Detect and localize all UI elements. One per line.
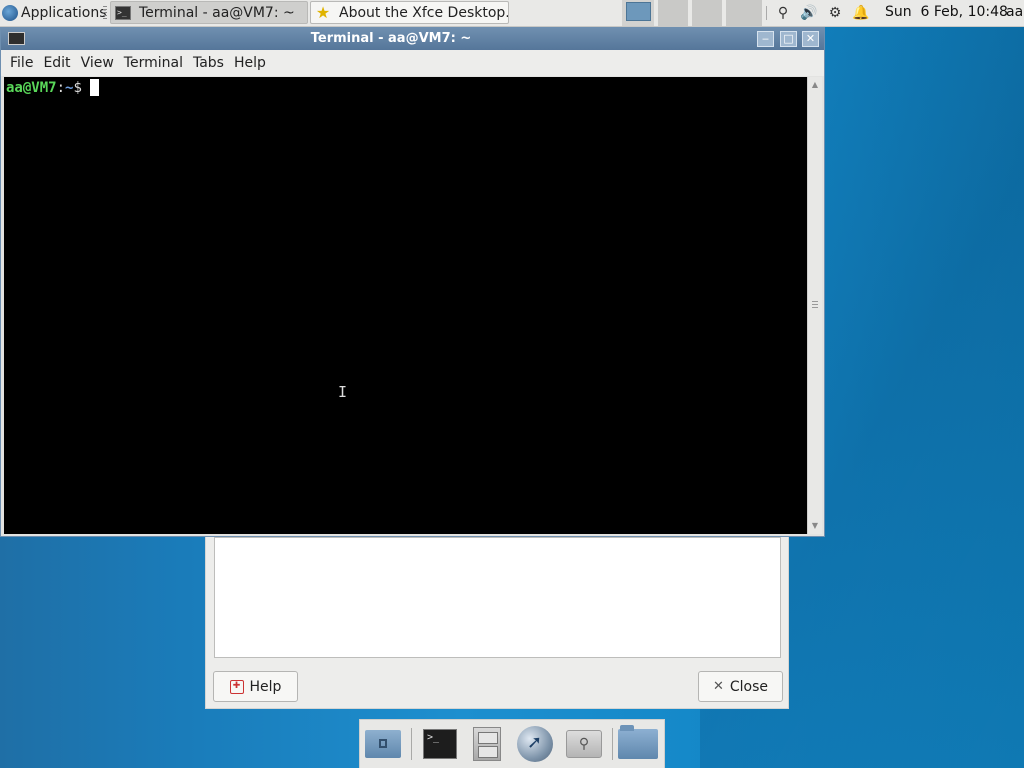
panel-separator-handle bbox=[103, 6, 107, 20]
terminal-icon: >_ bbox=[115, 5, 131, 20]
title-bar[interactable]: Terminal - aa@VM7: ~ ‒ □ ✕ bbox=[1, 28, 824, 50]
xfce-logo-icon bbox=[2, 5, 18, 21]
about-content-area bbox=[214, 537, 781, 658]
terminal-launcher[interactable]: >_ bbox=[420, 724, 460, 764]
taskbar-about-button[interactable]: ★ About the Xfce Desktop... bbox=[310, 1, 509, 24]
app-finder-launcher[interactable]: ⚲ bbox=[564, 724, 604, 764]
menu-help[interactable]: Help bbox=[229, 55, 271, 71]
shell-prompt: aa@VM7: ~ $ bbox=[6, 79, 99, 96]
close-icon: ✕ bbox=[712, 679, 724, 694]
clock[interactable]: Sun 6 Feb, 10:48 bbox=[885, 4, 1008, 20]
menu-bar: File Edit View Terminal Tabs Help bbox=[1, 50, 824, 76]
close-button-label: Close bbox=[729, 678, 769, 695]
scroll-up-arrow-icon[interactable]: ▲ bbox=[810, 80, 820, 90]
top-panel: Applications >_ Terminal - aa@VM7: ~ ★ A… bbox=[0, 0, 1024, 27]
panel-separator bbox=[766, 6, 767, 20]
help-button[interactable]: ✚ Help bbox=[213, 671, 298, 702]
network-icon[interactable]: ⚙ bbox=[826, 4, 844, 22]
terminal-window: Terminal - aa@VM7: ~ ‒ □ ✕ File Edit Vie… bbox=[0, 27, 825, 537]
folder-icon bbox=[618, 725, 658, 759]
scroll-down-arrow-icon[interactable]: ▼ bbox=[810, 521, 820, 531]
star-icon: ★ bbox=[315, 2, 331, 22]
terminal-icon: >_ bbox=[423, 729, 457, 759]
menu-terminal[interactable]: Terminal bbox=[119, 55, 188, 71]
maximize-button[interactable]: □ bbox=[780, 31, 797, 47]
mouse-ibeam-cursor: I bbox=[338, 383, 348, 401]
workspace-1-button[interactable] bbox=[622, 0, 654, 26]
terminal-output-area[interactable]: aa@VM7: ~ $ I bbox=[4, 77, 807, 534]
workspace-window-thumb bbox=[626, 2, 651, 21]
file-cabinet-icon bbox=[473, 727, 501, 761]
applications-menu-button[interactable]: Applications bbox=[2, 2, 107, 24]
search-tray-icon[interactable]: ⚲ bbox=[774, 4, 792, 22]
home-folder-launcher[interactable] bbox=[363, 724, 403, 764]
window-title: Terminal - aa@VM7: ~ bbox=[310, 31, 472, 46]
close-button[interactable]: ✕ Close bbox=[698, 671, 783, 702]
folder-launcher[interactable] bbox=[618, 724, 658, 764]
taskbar-about-label: About the Xfce Desktop... bbox=[339, 4, 509, 21]
prompt-path: ~ bbox=[65, 79, 74, 96]
volume-icon[interactable]: 🔊 bbox=[800, 4, 818, 22]
web-browser-launcher[interactable] bbox=[515, 724, 555, 764]
prompt-colon: : bbox=[56, 79, 66, 96]
vertical-scrollbar[interactable]: ▲ ▼ bbox=[807, 77, 822, 534]
menu-edit[interactable]: Edit bbox=[38, 55, 75, 71]
menu-view[interactable]: View bbox=[76, 55, 119, 71]
taskbar-terminal-button[interactable]: >_ Terminal - aa@VM7: ~ bbox=[110, 1, 308, 24]
web-browser-icon bbox=[517, 726, 553, 762]
menu-file[interactable]: File bbox=[5, 55, 38, 71]
workspace-4-button[interactable] bbox=[726, 0, 762, 26]
prompt-dollar: $ bbox=[73, 79, 82, 96]
workspace-3-button[interactable] bbox=[692, 0, 722, 26]
user-menu[interactable]: aa bbox=[1006, 4, 1023, 20]
applications-label: Applications bbox=[21, 5, 107, 21]
scrollbar-grip[interactable] bbox=[812, 301, 818, 308]
minimize-button[interactable]: ‒ bbox=[757, 31, 774, 47]
app-finder-icon: ⚲ bbox=[566, 730, 602, 758]
home-folder-icon bbox=[365, 730, 401, 758]
dock-separator bbox=[411, 728, 412, 760]
help-icon: ✚ bbox=[229, 679, 244, 694]
text-cursor bbox=[89, 79, 99, 96]
about-xfce-dialog: ✚ Help ✕ Close bbox=[205, 536, 789, 709]
bottom-dock: >_ ⚲ bbox=[359, 719, 665, 768]
menu-tabs[interactable]: Tabs bbox=[188, 55, 229, 71]
close-window-button[interactable]: ✕ bbox=[802, 31, 819, 47]
workspace-2-button[interactable] bbox=[658, 0, 688, 26]
file-manager-launcher[interactable] bbox=[467, 724, 507, 764]
dock-separator bbox=[612, 728, 613, 760]
help-button-label: Help bbox=[249, 678, 282, 695]
prompt-user-host: aa@VM7 bbox=[6, 79, 57, 96]
taskbar-terminal-label: Terminal - aa@VM7: ~ bbox=[139, 4, 295, 21]
notification-bell-icon[interactable]: 🔔 bbox=[852, 4, 870, 22]
